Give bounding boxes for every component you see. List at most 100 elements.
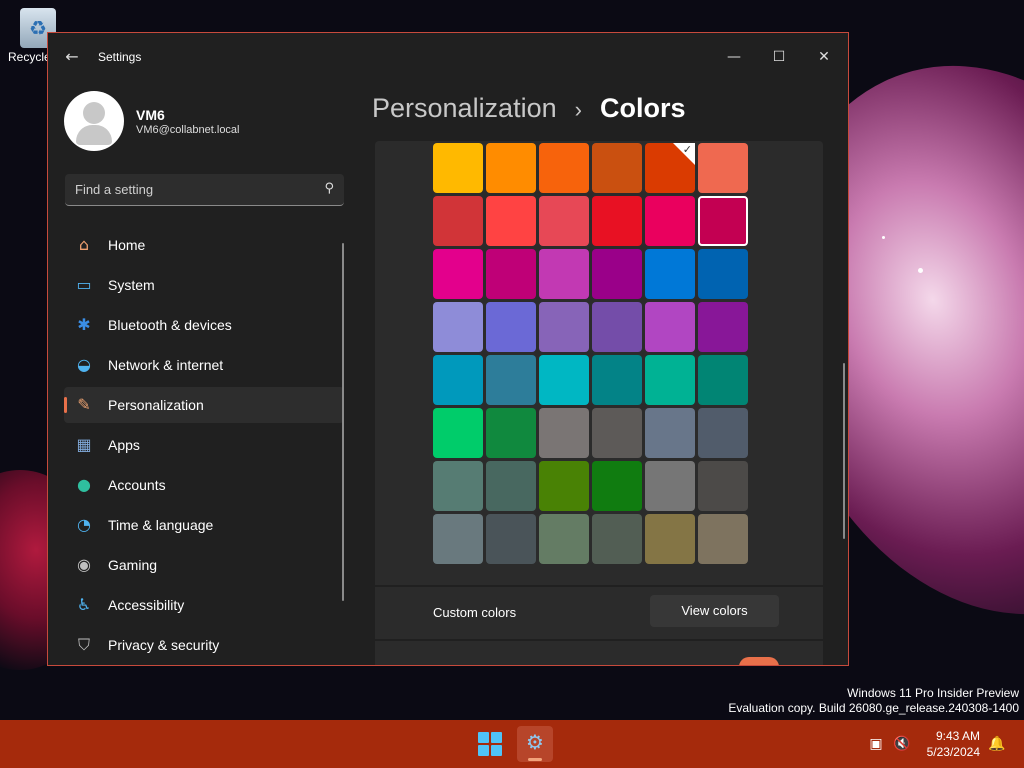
checkmark-icon: ✓ [682, 143, 692, 156]
sidebar-item-time-language[interactable]: ◔ Time & language [64, 507, 344, 543]
sidebar-item-label: Network & internet [108, 357, 224, 373]
accent-color-swatch[interactable] [486, 143, 536, 193]
network-icon[interactable]: ▣ [867, 735, 885, 753]
accent-color-swatch[interactable] [433, 408, 483, 458]
accent-color-swatch[interactable] [698, 461, 748, 511]
accent-color-swatch[interactable] [539, 143, 589, 193]
accent-color-swatch[interactable] [645, 461, 695, 511]
accent-color-swatch[interactable] [645, 196, 695, 246]
accent-color-swatch[interactable] [433, 355, 483, 405]
sidebar-item-privacy-security[interactable]: ⛉ Privacy & security [64, 627, 344, 663]
accent-color-swatch[interactable] [486, 514, 536, 564]
view-colors-button[interactable]: View colors [650, 595, 779, 627]
accent-color-swatch[interactable] [698, 249, 748, 299]
notification-bell-icon[interactable]: 🔔 [988, 735, 1006, 753]
sidebar-item-label: Accounts [108, 477, 166, 493]
accent-color-swatch[interactable] [592, 143, 642, 193]
sidebar-scrollbar[interactable] [342, 243, 344, 601]
sidebar-item-apps[interactable]: ▦ Apps [64, 427, 344, 463]
accent-color-swatch[interactable] [433, 302, 483, 352]
taskbar-settings-app[interactable]: ⚙ [517, 726, 553, 762]
globe-clock-icon: ◔ [77, 515, 91, 534]
sidebar-item-accessibility[interactable]: ♿ Accessibility [64, 587, 344, 623]
sidebar-item-label: Gaming [108, 557, 158, 573]
custom-colors-label: Custom colors [433, 605, 517, 620]
accent-color-swatch[interactable] [433, 249, 483, 299]
brush-icon: ✎ [77, 395, 91, 414]
gear-icon: ⚙ [526, 730, 544, 754]
accent-color-swatch[interactable] [645, 514, 695, 564]
accent-color-swatch[interactable] [486, 408, 536, 458]
sidebar-item-accounts[interactable]: ● Accounts [64, 467, 344, 503]
wifi-icon: ◒ [77, 355, 91, 374]
accent-color-swatch[interactable] [433, 461, 483, 511]
minimize-button[interactable]: — [712, 41, 756, 73]
accent-color-swatch[interactable] [592, 249, 642, 299]
maximize-button[interactable]: ☐ [757, 41, 801, 73]
window-title: Settings [98, 50, 142, 64]
accent-color-swatch[interactable] [433, 143, 483, 193]
accent-color-swatch[interactable]: ✓ [645, 143, 695, 193]
accent-color-swatch[interactable] [486, 249, 536, 299]
accent-color-swatch[interactable] [539, 249, 589, 299]
accent-color-swatch[interactable] [592, 461, 642, 511]
toggle-switch[interactable] [739, 657, 779, 665]
next-setting-row [375, 641, 823, 665]
search-input[interactable]: Find a setting ⚲ [65, 174, 344, 206]
breadcrumb-chevron-icon: › [574, 97, 582, 122]
accent-color-swatch[interactable] [698, 408, 748, 458]
volume-muted-icon[interactable]: 🔇 [893, 735, 911, 753]
sidebar-item-network-internet[interactable]: ◒ Network & internet [64, 347, 344, 383]
accent-color-swatch[interactable] [645, 249, 695, 299]
accent-color-swatch[interactable] [698, 514, 748, 564]
accent-color-swatch[interactable] [486, 461, 536, 511]
accent-color-swatch[interactable] [698, 355, 748, 405]
accent-color-swatch[interactable] [698, 196, 748, 246]
accent-color-swatch[interactable] [645, 355, 695, 405]
close-button[interactable]: ✕ [802, 41, 846, 73]
taskbar-clock[interactable]: 9:43 AM 5/23/2024 [918, 728, 980, 760]
accent-color-swatch[interactable] [539, 355, 589, 405]
content-scrollbar[interactable] [843, 363, 845, 539]
accent-color-swatch[interactable] [592, 355, 642, 405]
accent-color-swatch[interactable] [645, 408, 695, 458]
sidebar-nav: ⌂ Home ▭ System ✱ Bluetooth & devices ◒ Network… [64, 227, 344, 665]
clock-date: 5/23/2024 [926, 745, 980, 759]
sidebar-item-label: Home [108, 237, 146, 253]
minimize-icon: — [727, 49, 741, 65]
sidebar-item-system[interactable]: ▭ System [64, 267, 344, 303]
accent-color-swatch[interactable] [698, 302, 748, 352]
accent-color-swatch[interactable] [433, 514, 483, 564]
accent-color-swatch[interactable] [486, 196, 536, 246]
accent-color-swatch[interactable] [645, 302, 695, 352]
sidebar-item-gaming[interactable]: ◉ Gaming [64, 547, 344, 583]
sidebar-item-bluetooth-devices[interactable]: ✱ Bluetooth & devices [64, 307, 344, 343]
user-profile[interactable]: VM6 VM6@collabnet.local [64, 91, 324, 151]
accent-color-swatch[interactable] [539, 408, 589, 458]
sidebar-item-label: Accessibility [108, 597, 185, 613]
accent-color-swatch[interactable] [539, 461, 589, 511]
accent-color-swatch[interactable] [486, 302, 536, 352]
accent-color-grid: ✓ [433, 143, 748, 564]
accent-color-swatch[interactable] [592, 514, 642, 564]
accent-color-swatch[interactable] [592, 302, 642, 352]
back-button[interactable]: ← [62, 47, 82, 67]
watermark-line: Evaluation copy. Build 26080.ge_release.… [728, 701, 1019, 715]
accent-color-swatch[interactable] [698, 143, 748, 193]
title-bar[interactable]: ← Settings — ☐ ✕ [48, 33, 848, 81]
accent-color-swatch[interactable] [433, 196, 483, 246]
accent-color-swatch[interactable] [539, 196, 589, 246]
start-button[interactable] [478, 732, 502, 756]
sidebar-item-personalization[interactable]: ✎ Personalization [64, 387, 344, 423]
accent-color-swatch[interactable] [592, 408, 642, 458]
breadcrumb-parent[interactable]: Personalization [372, 93, 557, 123]
accent-color-swatch[interactable] [539, 514, 589, 564]
shield-icon: ⛉ [77, 635, 90, 654]
wallpaper-dot [882, 236, 885, 239]
accent-color-swatch[interactable] [486, 355, 536, 405]
sidebar-item-home[interactable]: ⌂ Home [64, 227, 344, 263]
person-icon: ● [77, 475, 91, 494]
wallpaper-dot [918, 268, 923, 273]
accent-color-swatch[interactable] [539, 302, 589, 352]
accent-color-swatch[interactable] [592, 196, 642, 246]
